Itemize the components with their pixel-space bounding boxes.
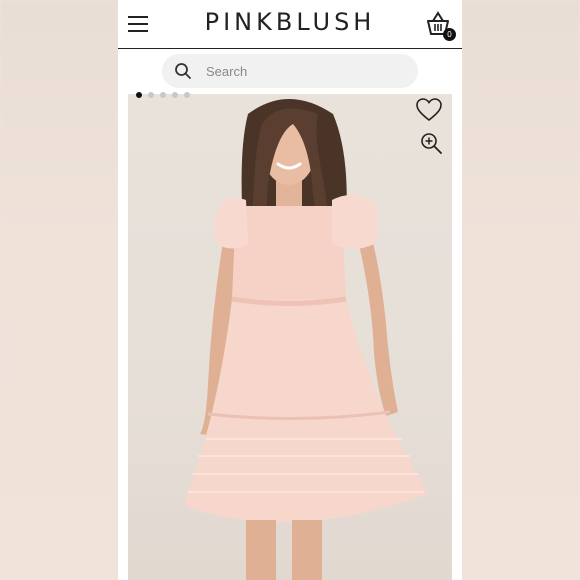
- product-photo[interactable]: [128, 94, 452, 580]
- carousel-dot[interactable]: [184, 92, 190, 98]
- carousel-dot[interactable]: [148, 92, 154, 98]
- search-input[interactable]: [206, 54, 406, 88]
- model-in-dress-image: [184, 99, 428, 580]
- site-header: PINKBLUSH 0: [118, 0, 462, 49]
- carousel-dot[interactable]: [136, 92, 142, 98]
- zoom-in-icon[interactable]: [420, 132, 442, 154]
- shopping-basket-icon[interactable]: 0: [424, 10, 456, 41]
- heart-outline-icon[interactable]: [416, 98, 442, 122]
- blurred-background-left: [0, 0, 118, 580]
- mobile-screen: PINKBLUSH 0: [118, 0, 462, 580]
- brand-logo[interactable]: PINKBLUSH: [118, 8, 462, 36]
- cart-count-badge: 0: [443, 28, 456, 41]
- image-carousel-dots: [136, 92, 190, 98]
- carousel-dot[interactable]: [172, 92, 178, 98]
- blurred-background-right: [462, 0, 580, 580]
- carousel-dot[interactable]: [160, 92, 166, 98]
- search-icon: [175, 63, 191, 79]
- search-bar[interactable]: [162, 54, 418, 88]
